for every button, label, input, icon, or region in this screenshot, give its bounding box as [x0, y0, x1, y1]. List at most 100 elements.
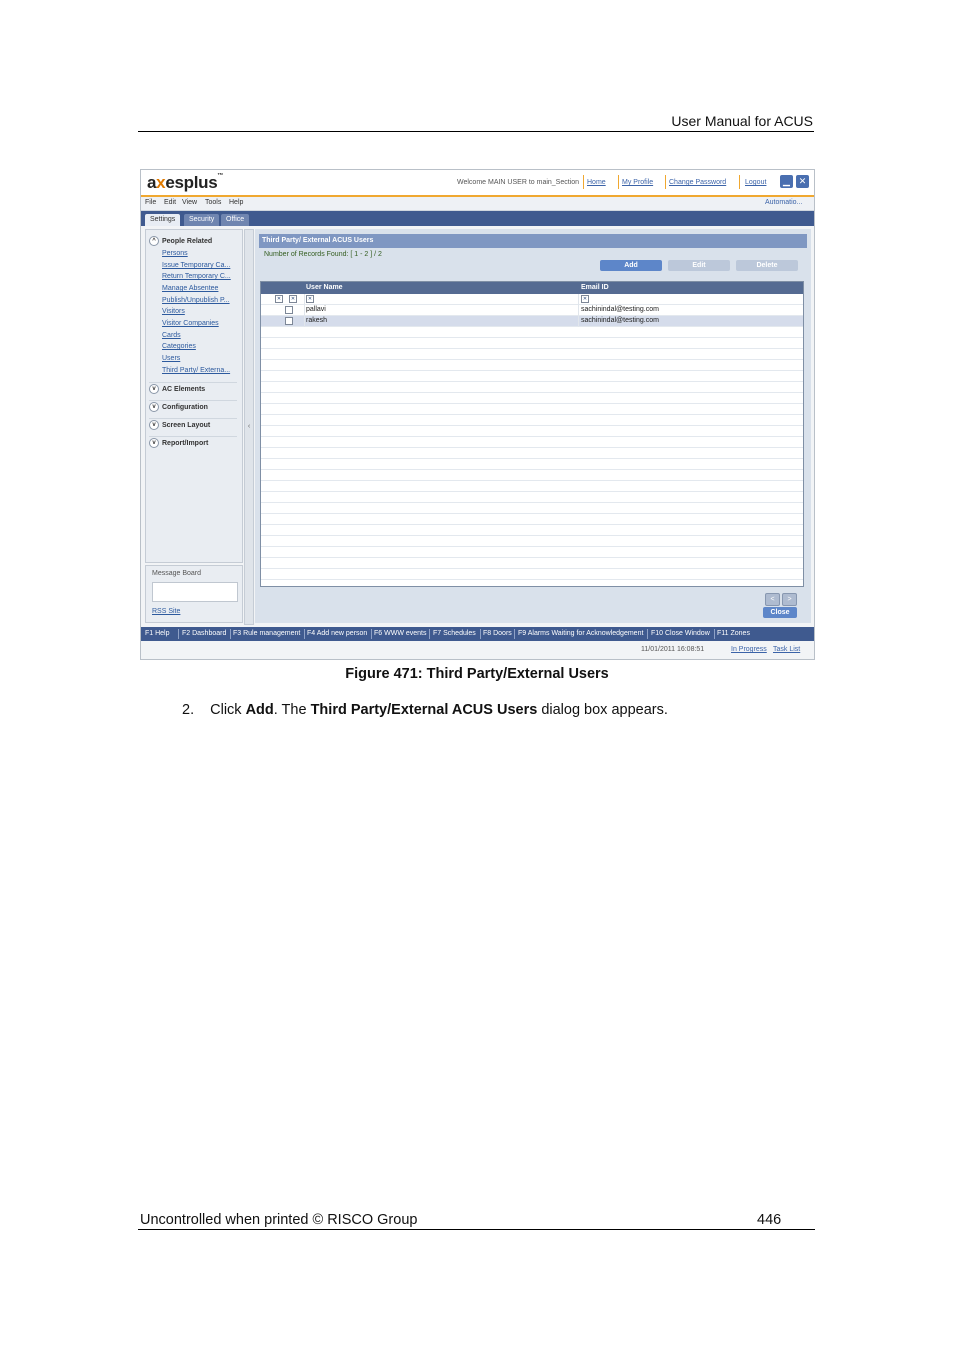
step-bold-dialog: Third Party/External ACUS Users [310, 702, 538, 718]
filter-user-name[interactable]: ✕ [306, 295, 314, 303]
nav-link-publish-unpublish[interactable]: Publish/Unpublish P... [162, 297, 230, 304]
chevron-down-icon: v [149, 438, 159, 449]
footer-copyright: Uncontrolled when printed © RISCO Group [140, 1212, 418, 1228]
nav-link-return-temporary-card[interactable]: Return Temporary C... [162, 273, 231, 280]
table-row[interactable]: pallavi sachinindal@testing.com [261, 305, 803, 316]
menu-view[interactable]: View [182, 199, 197, 206]
menu-file[interactable]: File [145, 199, 156, 206]
message-board-title: Message Board [152, 570, 202, 577]
menu-tools[interactable]: Tools [205, 199, 221, 206]
menu-help[interactable]: Help [229, 199, 243, 206]
fkey-f2-dashboard[interactable]: F2 Dashboard [182, 630, 226, 637]
separator [618, 175, 619, 189]
separator [714, 629, 715, 639]
filter-row: ✕ ✕ ✕ ✕ [261, 294, 803, 305]
panel-title: Third Party/ External ACUS Users [259, 234, 807, 248]
separator [583, 175, 584, 189]
home-link[interactable]: Home [587, 179, 606, 186]
chevron-down-icon: v [149, 420, 159, 431]
welcome-text: Welcome MAIN USER to main_Section [457, 179, 580, 186]
step-bold-add: Add [245, 702, 274, 718]
fkey-f10-close-window[interactable]: F10 Close Window [651, 630, 710, 637]
nav-link-cards[interactable]: Cards [162, 332, 181, 339]
fkey-f6-www-events[interactable]: F6 WWW events [374, 630, 427, 637]
change-password-link[interactable]: Change Password [669, 179, 726, 186]
close-button[interactable]: Close [763, 607, 797, 618]
logout-link[interactable]: Logout [745, 179, 766, 186]
footer-rule [138, 1229, 815, 1230]
tab-bar: Settings Security Office [141, 211, 814, 226]
section-ac-elements[interactable]: v AC Elements [149, 382, 237, 397]
separator [739, 175, 740, 189]
tab-settings[interactable]: Settings [145, 214, 181, 226]
close-window-icon[interactable]: ✕ [796, 175, 809, 188]
rss-site-link[interactable]: RSS Site [152, 608, 180, 615]
nav-link-users[interactable]: Users [162, 355, 180, 362]
app-top-bar: axesplus™ Welcome MAIN USER to main_Sect… [141, 170, 814, 197]
instruction-step: 2. Click Add. The Third Party/External A… [182, 702, 668, 718]
message-board-textarea[interactable] [152, 582, 238, 602]
message-board: Message Board RSS Site [145, 565, 243, 623]
fkey-f4-add-new-person[interactable]: F4 Add new person [307, 630, 367, 637]
step-text: . The [273, 702, 311, 718]
fkey-f9-alarms[interactable]: F9 Alarms Waiting for Acknowledgement [518, 630, 643, 637]
column-header-user-name[interactable]: User Name [306, 284, 343, 291]
my-profile-link[interactable]: My Profile [622, 179, 653, 186]
tab-security[interactable]: Security [184, 214, 220, 226]
minimize-icon[interactable]: ▁ [780, 175, 793, 188]
figure-caption: Figure 471: Third Party/External Users [345, 666, 609, 682]
nav-link-visitors[interactable]: Visitors [162, 308, 185, 315]
previous-page-button[interactable]: < [765, 593, 780, 606]
add-button[interactable]: Add [600, 260, 662, 271]
separator [480, 629, 481, 639]
section-screen-layout[interactable]: v Screen Layout [149, 418, 237, 433]
row-checkbox[interactable] [285, 306, 293, 314]
chevron-down-icon: v [149, 384, 159, 395]
section-report-import[interactable]: v Report/Import [149, 436, 237, 451]
fkey-f1-help[interactable]: F1 Help [145, 630, 170, 637]
chevron-up-icon: ^ [149, 236, 159, 246]
in-progress-link[interactable]: In Progress [731, 646, 767, 653]
column-header-email-id[interactable]: Email ID [581, 284, 609, 291]
fkey-f7-schedules[interactable]: F7 Schedules [433, 630, 476, 637]
left-navigation-panel: ^ People Related Persons Issue Temporary … [145, 229, 243, 563]
function-key-bar: F1 Help F2 Dashboard F3 Rule management … [141, 627, 814, 641]
nav-link-manage-absentee[interactable]: Manage Absentee [162, 285, 218, 292]
nav-link-persons[interactable]: Persons [162, 250, 188, 257]
filter-checkbox[interactable]: ✕ [275, 295, 283, 303]
automation-link[interactable]: Automatio... [765, 199, 802, 206]
axesplus-logo: axesplus™ [147, 173, 224, 192]
edit-button[interactable]: Edit [668, 260, 730, 271]
record-count: Number of Records Found: [ 1 - 2 ] / 2 [264, 251, 382, 258]
nav-link-issue-temporary-card[interactable]: Issue Temporary Ca... [162, 262, 230, 269]
collapse-panel-handle[interactable]: ‹ [244, 229, 254, 625]
task-list-link[interactable]: Task List [773, 646, 800, 653]
fkey-f11-zones[interactable]: F11 Zones [717, 630, 750, 637]
nav-link-categories[interactable]: Categories [162, 343, 196, 350]
filter-email-id[interactable]: ✕ [581, 295, 589, 303]
section-people-related[interactable]: ^ People Related [149, 236, 212, 246]
empty-table-rows [261, 327, 803, 586]
chevron-down-icon: v [149, 402, 159, 413]
menu-edit[interactable]: Edit [164, 199, 176, 206]
row-checkbox[interactable] [285, 317, 293, 325]
main-content-panel: Third Party/ External ACUS Users Number … [255, 229, 811, 623]
nav-link-visitor-companies[interactable]: Visitor Companies [162, 320, 219, 327]
filter-checkbox[interactable]: ✕ [289, 295, 297, 303]
separator [230, 629, 231, 639]
delete-button[interactable]: Delete [736, 260, 798, 271]
page-header-title: User Manual for ACUS [671, 113, 813, 129]
separator [665, 175, 666, 189]
users-table: User Name Email ID ✕ ✕ ✕ ✕ pallavi sachi… [260, 281, 804, 587]
cell-user-name: rakesh [306, 317, 328, 324]
tab-office[interactable]: Office [221, 214, 250, 226]
table-row[interactable]: rakesh sachinindal@testing.com [261, 316, 803, 327]
separator [178, 629, 179, 639]
section-configuration[interactable]: v Configuration [149, 400, 237, 415]
fkey-f3-rule-management[interactable]: F3 Rule management [233, 630, 300, 637]
menu-bar: File Edit View Tools Help Automatio... [141, 197, 814, 211]
step-text: dialog box appears. [537, 702, 668, 718]
nav-link-third-party-external[interactable]: Third Party/ Externa... [162, 367, 230, 374]
fkey-f8-doors[interactable]: F8 Doors [483, 630, 512, 637]
next-page-button[interactable]: > [782, 593, 797, 606]
